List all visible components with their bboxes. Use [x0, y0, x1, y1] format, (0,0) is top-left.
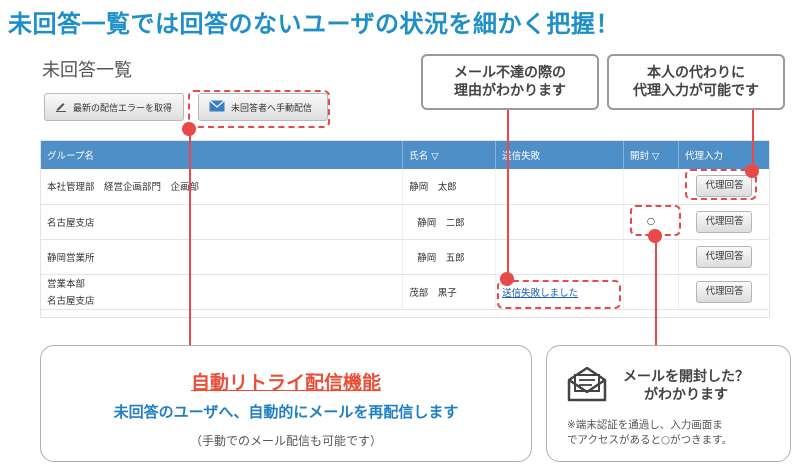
callout-text: 本人の代わりに: [647, 64, 745, 81]
callout-text: 理由がわかります: [454, 83, 566, 99]
opened-cell: [623, 169, 679, 205]
fail-reason-callout: メール不達の際の 理由がわかります: [421, 54, 599, 110]
proxy-cell: 代理回答: [678, 274, 769, 310]
column-header-group: グループ名: [41, 141, 404, 169]
column-header-opened[interactable]: 開封 ▽: [623, 141, 679, 169]
table-row: 静岡営業所 静岡 五郎 代理回答: [41, 239, 769, 275]
get-latest-errors-label: 最新の配信エラーを取得: [73, 103, 173, 114]
fail-cell: [495, 169, 625, 205]
proxy-callout: 本人の代わりに 代理入力が可能です: [607, 54, 785, 110]
fail-cell: [495, 204, 625, 240]
marker-dot: [745, 164, 759, 178]
page-headline: 未回答一覧では回答のないユーザの状況を細かく把握！: [8, 10, 621, 38]
column-header-fail: 送信失敗: [495, 141, 625, 169]
auto-retry-box: 自動リトライ配信機能 未回答のユーザへ、自動的にメールを再配信します （手動での…: [40, 345, 532, 462]
marker-dot: [500, 272, 514, 286]
group-cell: 営業本部 名古屋支店: [41, 274, 404, 310]
marker-dot: [182, 122, 196, 136]
auto-retry-note: （手動でのメール配信も可能です）: [189, 434, 382, 448]
auto-retry-title: 自動リトライ配信機能: [190, 372, 381, 394]
open-envelope-icon: [565, 366, 609, 406]
open-status-box: メールを開封した？ がわかります ※端末認証を通過し、入力画面ま でアクセスがあ…: [546, 345, 791, 462]
opened-cell: [623, 239, 679, 275]
group-cell: 静岡営業所: [41, 239, 404, 275]
column-header-name[interactable]: 氏名 ▽: [402, 141, 497, 169]
fail-cell: [495, 239, 625, 275]
manual-send-label: 未回答者へ手動配信: [231, 103, 313, 114]
group-line: 名古屋支店: [47, 296, 95, 307]
open-status-note-line: でアクセスがあると○がつきます。: [567, 434, 733, 447]
proxy-answer-button[interactable]: 代理回答: [696, 210, 753, 233]
manual-send-button[interactable]: 未回答者へ手動配信: [198, 93, 328, 121]
group-cell: 名古屋支店: [41, 204, 404, 240]
open-status-title-line: メールを開封した？: [623, 369, 749, 385]
open-status-title-line: がわかります: [644, 387, 728, 404]
connector-line: [507, 110, 509, 278]
proxy-answer-button[interactable]: 代理回答: [696, 245, 753, 268]
open-status-note-line: ※端末認証を通過し、入力画面ま: [567, 419, 723, 431]
get-latest-errors-button[interactable]: 最新の配信エラーを取得: [44, 93, 184, 121]
name-cell: 静岡 五郎: [402, 239, 497, 275]
proxy-cell: 代理回答: [678, 204, 769, 240]
table-row: 本社管理部 経営企画部門 企画部 静岡 太郎 代理回答: [41, 169, 769, 205]
proxy-cell: 代理回答: [678, 239, 769, 275]
name-cell: 静岡 二郎: [402, 204, 497, 240]
callout-text: メール不達の際の: [454, 64, 566, 81]
opened-cell: [623, 274, 679, 310]
table-row: 営業本部 名古屋支店 茂部 黒子 送信失敗しました 代理回答: [41, 274, 769, 310]
send-failed-link[interactable]: 送信失敗しました: [502, 288, 578, 299]
open-status-title: メールを開封した？ がわかります: [623, 368, 749, 404]
proxy-answer-button[interactable]: 代理回答: [696, 175, 753, 198]
connector-line: [752, 110, 754, 170]
name-cell: 静岡 太郎: [402, 169, 497, 205]
panel-title: 未回答一覧: [42, 60, 132, 81]
name-cell: 茂部 黒子: [402, 274, 497, 310]
group-cell: 本社管理部 経営企画部門 企画部: [41, 169, 404, 205]
proxy-answer-button[interactable]: 代理回答: [696, 280, 753, 303]
connector-line: [655, 236, 657, 346]
marker-dot: [648, 229, 662, 243]
fail-cell: 送信失敗しました: [495, 274, 625, 310]
connector-line: [189, 128, 191, 346]
unanswered-table: グループ名 氏名 ▽ 送信失敗 開封 ▽ 代理入力 本社管理部 経営企画部門 企…: [40, 140, 770, 318]
table-header-row: グループ名 氏名 ▽ 送信失敗 開封 ▽ 代理入力: [41, 141, 769, 169]
auto-retry-subtitle: 未回答のユーザへ、自動的にメールを再配信します: [113, 403, 459, 421]
group-line: 営業本部: [47, 279, 86, 290]
pencil-icon: [55, 100, 67, 115]
envelope-icon: [209, 99, 225, 115]
callout-text: 代理入力が可能です: [633, 83, 759, 99]
open-status-note: ※端末認証を通過し、入力画面ま でアクセスがあると○がつきます。: [567, 418, 732, 448]
